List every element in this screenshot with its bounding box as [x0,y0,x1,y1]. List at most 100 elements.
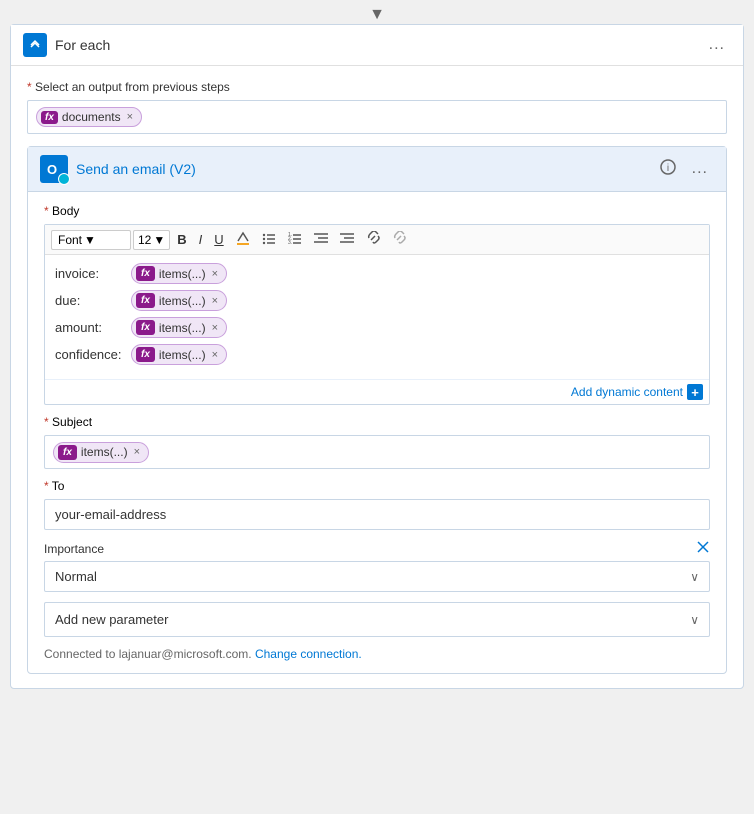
email-card-header: O Send an email (V2) i ... [28,147,726,192]
subject-field: * Subject fx items(...) × [44,415,710,469]
outdent-button[interactable] [309,229,333,250]
subject-input[interactable]: fx items(...) × [44,435,710,469]
size-select[interactable]: 12 ▼ [133,230,170,250]
subject-asterisk: * [44,415,49,429]
add-dynamic-button[interactable]: Add dynamic content + [571,384,703,400]
body-label: * Body [44,204,710,218]
to-label-text: To [52,479,65,493]
amount-token-close[interactable]: × [212,322,218,334]
body-row-invoice: invoice: fx items(...) × [55,263,699,284]
font-dropdown-arrow: ▼ [84,233,96,247]
email-info-button[interactable]: i [660,159,676,180]
body-content[interactable]: invoice: fx items(...) × due: f [45,255,709,379]
connection-prefix: Connected to lajanuar@microsoft.com. [44,647,252,661]
size-dropdown-arrow: ▼ [153,233,165,247]
body-row-due: due: fx items(...) × [55,290,699,311]
italic-button[interactable]: I [194,230,208,249]
for-each-icon [23,33,47,57]
email-header-actions: i ... [660,158,714,180]
invoice-label: invoice: [55,266,125,281]
to-label: * To [44,479,710,493]
amount-token-text: items(...) [159,321,206,335]
documents-token: fx documents × [36,107,142,127]
indent-button[interactable] [335,229,359,250]
to-field: * To [44,479,710,530]
email-ellipsis-button[interactable]: ... [686,158,714,180]
email-card-header-left: O Send an email (V2) [40,155,196,183]
add-dynamic-label: Add dynamic content [571,385,683,399]
importance-value: Normal [55,569,97,584]
invoice-token-close[interactable]: × [212,268,218,280]
add-parameter-label: Add new parameter [55,612,168,627]
font-label: Font [58,233,82,247]
due-token-close[interactable]: × [212,295,218,307]
select-output-field: * Select an output from previous steps f… [27,80,727,134]
select-output-asterisk: * [27,80,32,94]
importance-select[interactable]: Normal ∨ [44,561,710,592]
highlight-button[interactable] [231,229,255,250]
due-token: fx items(...) × [131,290,227,311]
body-row-confidence: confidence: fx items(...) × [55,344,699,365]
confidence-token: fx items(...) × [131,344,227,365]
link-button[interactable] [361,229,385,250]
unordered-list-button[interactable] [257,229,281,250]
subject-label-text: Subject [52,415,92,429]
add-parameter-dropdown[interactable]: Add new parameter ∨ [44,602,710,637]
subject-token: fx items(...) × [53,442,149,463]
svg-text:O: O [47,162,57,177]
connection-info: Connected to lajanuar@microsoft.com. Cha… [44,647,710,661]
bold-button[interactable]: B [172,230,191,249]
for-each-container: For each ... * Select an output from pre… [10,24,744,689]
invoice-fx-icon: fx [136,266,155,281]
importance-header: Importance [44,540,710,557]
importance-field: Importance Normal ∨ [44,540,710,592]
documents-token-close[interactable]: × [127,111,133,123]
ordered-list-button[interactable]: 1.2.3. [283,229,307,250]
documents-token-label: documents [62,110,121,124]
body-label-text: Body [52,204,79,218]
to-asterisk: * [44,479,49,493]
connector-arrow: ▼ [0,0,754,24]
body-asterisk: * [44,204,49,218]
to-input[interactable] [44,499,710,530]
email-card: O Send an email (V2) i ... [27,146,727,674]
change-connection-link[interactable]: Change connection. [255,647,362,661]
underline-button[interactable]: U [209,230,228,249]
confidence-label: confidence: [55,347,125,362]
for-each-body: * Select an output from previous steps f… [11,66,743,688]
invoice-token: fx items(...) × [131,263,227,284]
documents-fx-icon: fx [41,111,58,124]
amount-label: amount: [55,320,125,335]
subject-token-text: items(...) [81,445,128,459]
subject-token-close[interactable]: × [134,446,140,458]
add-dynamic-plus-icon: + [687,384,703,400]
for-each-header: For each ... [11,25,743,66]
svg-text:i: i [667,163,669,174]
email-card-body: * Body Font ▼ 12 ▼ [28,192,726,673]
invoice-token-text: items(...) [159,267,206,281]
for-each-ellipsis-button[interactable]: ... [703,34,731,56]
select-output-text: Select an output from previous steps [35,80,230,94]
font-select[interactable]: Font ▼ [51,230,131,250]
email-card-title: Send an email (V2) [76,161,196,177]
for-each-header-left: For each [23,33,110,57]
confidence-fx-icon: fx [136,347,155,362]
body-field: * Body Font ▼ 12 ▼ [44,204,710,405]
importance-close-button[interactable] [696,540,710,557]
body-toolbar: Font ▼ 12 ▼ B I U [45,225,709,255]
body-row-amount: amount: fx items(...) × [55,317,699,338]
svg-text:3.: 3. [288,240,292,245]
outlook-icon: O [40,155,68,183]
select-output-label: * Select an output from previous steps [27,80,727,94]
add-parameter-chevron-icon: ∨ [690,613,699,627]
confidence-token-close[interactable]: × [212,349,218,361]
unlink-button[interactable] [387,229,411,250]
for-each-title: For each [55,37,110,53]
amount-fx-icon: fx [136,320,155,335]
due-token-text: items(...) [159,294,206,308]
body-editor: Font ▼ 12 ▼ B I U [44,224,710,405]
due-label: due: [55,293,125,308]
amount-token: fx items(...) × [131,317,227,338]
select-output-input[interactable]: fx documents × [27,100,727,134]
subject-fx-icon: fx [58,445,77,460]
